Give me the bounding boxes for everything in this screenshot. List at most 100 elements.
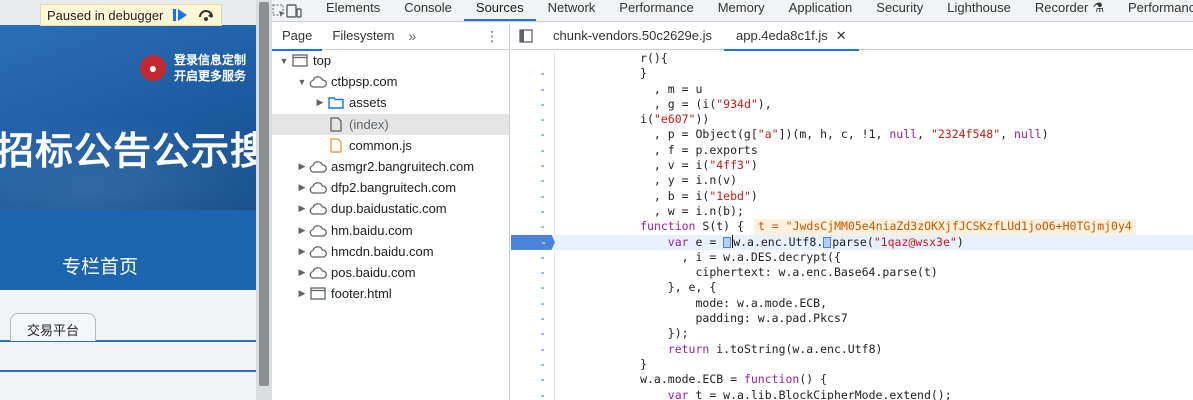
collapsed-arrow-icon[interactable]: ▶: [296, 225, 308, 236]
tree-item[interactable]: ▼ ctbpsp.com: [272, 71, 509, 92]
line-gutter[interactable]: -: [511, 173, 555, 189]
line-gutter[interactable]: -: [511, 249, 555, 266]
code-line[interactable]: r(){: [511, 51, 1193, 67]
tab-console[interactable]: Console: [392, 0, 464, 21]
close-icon[interactable]: ✕: [836, 23, 847, 49]
trade-platform-tab[interactable]: 交易平台: [10, 313, 97, 341]
tree-item[interactable]: (index): [272, 113, 509, 135]
code-line[interactable]: - , f = p.exports: [511, 142, 1193, 159]
line-gutter[interactable]: -: [511, 387, 555, 400]
code-line[interactable]: - });: [511, 326, 1193, 342]
line-gutter[interactable]: -: [511, 203, 555, 220]
collapsed-arrow-icon[interactable]: ▶: [296, 246, 308, 257]
tab-application[interactable]: Application: [777, 0, 865, 21]
tab-memory[interactable]: Memory: [706, 0, 777, 21]
line-gutter[interactable]: -: [511, 158, 555, 174]
code-line[interactable]: - var t = w.a.lib.BlockCipherMode.extend…: [511, 387, 1193, 400]
expanded-arrow-icon[interactable]: ▼: [296, 77, 308, 87]
code-line[interactable]: - ciphertext: w.a.enc.Base64.parse(t): [511, 265, 1193, 281]
line-gutter[interactable]: -: [511, 372, 555, 388]
resume-icon[interactable]: [171, 7, 189, 23]
tab-lighthouse[interactable]: Lighthouse: [935, 0, 1023, 21]
line-gutter[interactable]: -: [511, 188, 555, 204]
code-line[interactable]: - , b = i("1ebd"): [511, 188, 1193, 204]
code-text: , v = i("4ff3"): [557, 158, 758, 173]
tab-sources[interactable]: Sources: [463, 0, 536, 21]
line-gutter[interactable]: -: [511, 96, 555, 113]
code-line[interactable]: - i("e607")): [511, 112, 1193, 128]
editor-tab-label: chunk-vendors.50c2629e.js: [553, 28, 712, 43]
line-gutter[interactable]: -: [511, 295, 555, 312]
execution-pause-marker: [723, 236, 732, 248]
tree-item[interactable]: ▶ dfp2.bangruitech.com: [272, 177, 509, 198]
step-over-icon[interactable]: [197, 7, 215, 23]
inspect-element-icon[interactable]: [272, 0, 286, 21]
page-scrollbar-thumb[interactable]: [259, 2, 269, 386]
tab-page[interactable]: Page: [272, 23, 323, 51]
code-line[interactable]: - , m = u: [511, 81, 1193, 97]
line-gutter[interactable]: -: [511, 311, 555, 327]
editor-tab-app[interactable]: app.4eda8c1f.js ✕: [724, 23, 859, 51]
code-line[interactable]: - }: [511, 66, 1193, 82]
line-gutter[interactable]: -: [511, 219, 555, 235]
tree-item[interactable]: ▶ asmgr2.bangruitech.com: [272, 156, 509, 177]
more-tabs-icon[interactable]: »: [405, 23, 421, 49]
tab-elements[interactable]: Elements: [314, 0, 392, 21]
collapsed-arrow-icon[interactable]: ▶: [314, 97, 326, 108]
code-line[interactable]: - w.a.mode.ECB = function() {: [511, 372, 1193, 388]
code-line[interactable]: - , i = w.a.DES.decrypt({: [511, 249, 1193, 266]
line-gutter[interactable]: -: [511, 341, 555, 357]
code-line[interactable]: - , p = Object(g["a"])(m, h, c, !1, null…: [511, 127, 1193, 143]
line-gutter[interactable]: -: [511, 112, 555, 128]
tab-performance-insights[interactable]: Performance insights: [1116, 0, 1193, 21]
code-line[interactable]: - , w = i.n(b);: [511, 203, 1193, 220]
line-gutter[interactable]: -: [511, 234, 555, 250]
tab-performance[interactable]: Performance: [607, 0, 705, 21]
code-line[interactable]: - , v = i("4ff3"): [511, 158, 1193, 174]
line-gutter[interactable]: -: [511, 326, 555, 342]
tree-item[interactable]: ▶ assets: [272, 92, 509, 113]
collapsed-arrow-icon[interactable]: ▶: [296, 161, 308, 172]
code-line[interactable]: - mode: w.a.mode.ECB,: [511, 295, 1193, 312]
code-line[interactable]: - , g = (i("934d"),: [511, 96, 1193, 113]
tab-filesystem[interactable]: Filesystem: [322, 23, 404, 50]
tree-item[interactable]: ▶ hm.baidu.com: [272, 220, 509, 241]
expanded-arrow-icon[interactable]: ▼: [278, 56, 290, 66]
line-gutter[interactable]: -: [511, 142, 555, 159]
user-badge-icon[interactable]: ●: [140, 55, 166, 81]
tree-item[interactable]: ▼ top: [272, 50, 509, 71]
tab-network[interactable]: Network: [536, 0, 608, 21]
code-line[interactable]: - return i.toString(w.a.enc.Utf8): [511, 341, 1193, 357]
toggle-navigator-icon[interactable]: [511, 29, 541, 43]
line-gutter[interactable]: -: [511, 81, 555, 97]
collapsed-arrow-icon[interactable]: ▶: [296, 182, 308, 193]
collapsed-arrow-icon[interactable]: ▶: [296, 203, 308, 214]
paused-code-line[interactable]: - var e = w.a.enc.Utf8. parse("1qaz@wsx3e…: [511, 234, 1193, 250]
code-line[interactable]: - , y = i.n(v): [511, 173, 1193, 189]
tab-security[interactable]: Security: [864, 0, 935, 21]
line-gutter[interactable]: -: [511, 356, 555, 373]
line-gutter[interactable]: -: [511, 265, 555, 281]
tree-item[interactable]: ▶ pos.baidu.com: [272, 262, 509, 283]
line-gutter[interactable]: -: [511, 280, 555, 296]
nav-home-link[interactable]: 专栏首页: [62, 252, 138, 279]
code-line[interactable]: - }: [511, 356, 1193, 373]
code-line[interactable]: - padding: w.a.pad.Pkcs7: [511, 311, 1193, 327]
tree-item[interactable]: ▶ hmcdn.baidu.com: [272, 241, 509, 262]
more-options-icon[interactable]: ⋮: [485, 23, 499, 49]
tree-item[interactable]: ▶ dup.baidustatic.com: [272, 198, 509, 219]
line-gutter[interactable]: -: [511, 66, 555, 82]
device-toolbar-icon[interactable]: [286, 0, 302, 21]
login-promo-text[interactable]: 登录信息定制 开启更多服务: [174, 52, 246, 84]
line-gutter[interactable]: [511, 51, 555, 67]
editor-tab-chunk-vendors[interactable]: chunk-vendors.50c2629e.js: [541, 23, 724, 50]
code-line[interactable]: - }, e, {: [511, 280, 1193, 296]
collapsed-arrow-icon[interactable]: ▶: [296, 267, 308, 278]
tree-item[interactable]: common.js: [272, 135, 509, 156]
line-gutter[interactable]: -: [511, 127, 555, 143]
tree-item[interactable]: ▶ footer.html: [272, 283, 509, 304]
tab-recorder[interactable]: Recorder ⚗: [1023, 0, 1116, 21]
code-editor[interactable]: r(){- } - , m = u- , g = (i("934d"), - i("…: [511, 51, 1193, 400]
code-line[interactable]: - function S(t) {t = "JwdsCjMM05e4niaZd3…: [511, 219, 1193, 235]
collapsed-arrow-icon[interactable]: ▶: [296, 288, 308, 299]
